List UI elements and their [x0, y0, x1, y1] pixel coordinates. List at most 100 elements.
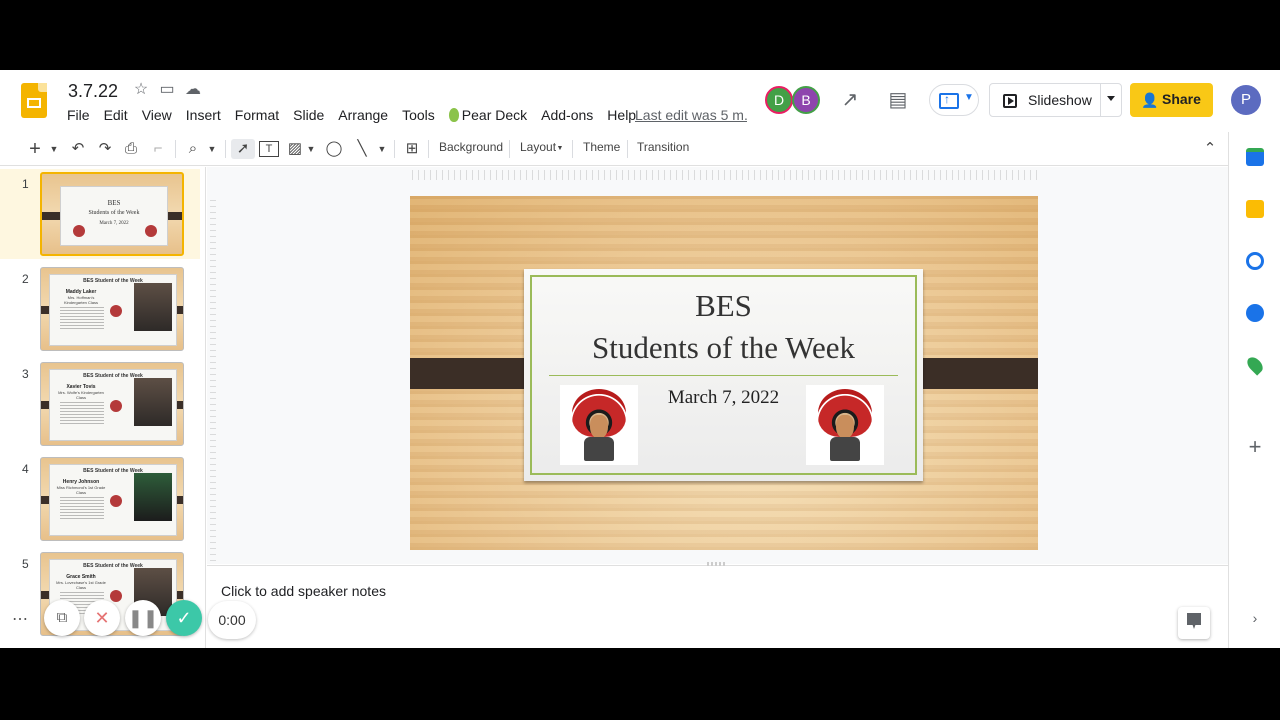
share-label: Share: [1162, 91, 1201, 107]
slide-title-line-1: BES: [695, 288, 752, 323]
menu-arrange[interactable]: Arrange: [331, 106, 395, 124]
redo-icon[interactable]: ↷: [95, 139, 115, 159]
slide-thumbnail-4[interactable]: 4 BES Student of the Week Henry Johnson …: [0, 454, 200, 544]
menu-slide[interactable]: Slide: [286, 106, 331, 124]
menu-format[interactable]: Format: [228, 106, 286, 124]
theme-button[interactable]: Theme: [583, 140, 620, 154]
slide-thumbnail-2[interactable]: 2 BES Student of the Week Maddy Laker Mr…: [0, 264, 200, 354]
maps-icon[interactable]: [1244, 354, 1266, 376]
slideshow-label: Slideshow: [1028, 92, 1092, 108]
person-icon: 👤: [1141, 92, 1159, 108]
collapse-toolbar-icon[interactable]: ⌃: [1200, 139, 1220, 159]
collaborator-avatar-d[interactable]: D: [765, 86, 793, 114]
slide-title-card: BES Students of the Week March 7, 2022: [524, 269, 923, 481]
document-title[interactable]: 3.7.22: [68, 81, 118, 102]
transition-button[interactable]: Transition: [637, 140, 689, 154]
menu-add-ons[interactable]: Add-ons: [534, 106, 600, 124]
mascot-image-right[interactable]: [806, 385, 884, 465]
mascot-image-left[interactable]: [560, 385, 638, 465]
comment-history-icon[interactable]: ▤: [886, 88, 910, 112]
slide-preview: BES Student of the Week Xavier Tovis Mrs…: [40, 362, 184, 446]
background-button[interactable]: Background: [439, 140, 503, 154]
account-avatar[interactable]: P: [1231, 85, 1261, 115]
text-box-icon[interactable]: T: [259, 141, 279, 157]
slide-number: 3: [22, 367, 29, 381]
last-edit-link[interactable]: Last edit was 5 m...: [635, 107, 747, 123]
present-to-meeting-button[interactable]: ▼: [929, 84, 979, 116]
contacts-icon[interactable]: [1246, 304, 1264, 322]
slide-number: 1: [22, 177, 29, 191]
toolbar: + ▼ ↶ ↷ ⎙ ⌐ ⌕ ▼ ➚ T ▨ ▼ ◯ ╲ ▼ ⊞ Backgrou…: [0, 132, 1228, 166]
move-folder-icon[interactable]: ▭: [158, 81, 176, 99]
menu-view[interactable]: View: [135, 106, 179, 124]
cloud-status-icon[interactable]: ☁: [184, 81, 202, 99]
speaker-notes[interactable]: Click to add speaker notes: [207, 562, 1228, 648]
explore-icon: [1187, 613, 1201, 629]
current-slide[interactable]: BES Students of the Week March 7, 2022: [410, 196, 1038, 550]
share-button[interactable]: 👤 Share: [1130, 83, 1213, 117]
thumb-subtitle: Miss Richmond's 1st Grade Class: [56, 485, 106, 495]
slide-band-right: [910, 358, 1038, 389]
line-dropdown-icon[interactable]: ▼: [376, 139, 388, 159]
slide-preview: BES Student of the Week Maddy Laker Mrs.…: [40, 267, 184, 351]
recorder-more-icon[interactable]: ⋯: [8, 600, 32, 640]
menu-tools[interactable]: Tools: [395, 106, 442, 124]
thumb-subtitle: Mrs. Lovechase's 1st Grade Class: [56, 580, 106, 590]
chevron-down-icon: ▼: [964, 92, 974, 103]
menu-pear-deck[interactable]: Pear Deck: [442, 106, 534, 124]
image-dropdown-icon[interactable]: ▼: [305, 139, 317, 159]
new-slide-dropdown-icon[interactable]: ▼: [48, 139, 60, 159]
paint-format-icon[interactable]: ⌐: [148, 139, 168, 159]
recorder-finish-icon[interactable]: ✓: [166, 600, 202, 636]
menu-insert[interactable]: Insert: [179, 106, 228, 124]
layout-dropdown-icon[interactable]: ▼: [555, 139, 565, 159]
play-icon: [1003, 94, 1017, 108]
slide-preview: BES Student of the Week Henry Johnson Mi…: [40, 457, 184, 541]
tasks-icon[interactable]: [1246, 252, 1264, 270]
image-icon[interactable]: ▨: [286, 139, 304, 159]
recorder-timer: 0:00: [208, 601, 256, 639]
layout-button[interactable]: Layout: [520, 140, 556, 154]
collaborator-avatar-b[interactable]: B: [792, 86, 820, 114]
menu-edit[interactable]: Edit: [97, 106, 135, 124]
slide-title[interactable]: BES Students of the Week: [524, 285, 923, 369]
zoom-icon[interactable]: ⌕: [183, 139, 203, 159]
slide-thumbnail-3[interactable]: 3 BES Student of the Week Xavier Tovis M…: [0, 359, 200, 449]
menu-bar: File Edit View Insert Format Slide Arran…: [60, 106, 643, 124]
thumb-subtitle: Mrs. Wolfe's Kindergarten Class: [58, 390, 104, 400]
slide-thumbnail-1[interactable]: 1 BES Students of the Week March 7, 2022: [0, 169, 200, 259]
explore-button[interactable]: [1178, 607, 1210, 639]
slide-title-line-2: Students of the Week: [592, 330, 855, 365]
star-icon[interactable]: ☆: [132, 81, 150, 99]
slides-logo-icon[interactable]: [21, 83, 47, 118]
new-slide-icon[interactable]: +: [26, 139, 44, 159]
add-addon-icon[interactable]: +: [1246, 436, 1264, 458]
menu-file[interactable]: File: [60, 106, 97, 124]
slides-app: 3.7.22 ☆ ▭ ☁ File Edit View Insert Forma…: [0, 70, 1280, 648]
slide-number: 5: [22, 557, 29, 571]
horizontal-ruler: [412, 170, 1038, 180]
shape-icon[interactable]: ◯: [324, 139, 344, 159]
expand-panel-icon[interactable]: ›: [1246, 610, 1264, 628]
recorder-pause-icon[interactable]: ❚❚: [125, 600, 161, 636]
line-icon[interactable]: ╲: [352, 139, 372, 159]
slide-band-left: [410, 358, 538, 389]
keep-icon[interactable]: [1246, 200, 1264, 218]
recorder-camera-icon[interactable]: ⧉: [44, 600, 80, 636]
thumb-title: BES: [107, 199, 121, 207]
slideshow-dropdown-icon[interactable]: [1107, 96, 1115, 101]
undo-icon[interactable]: ↶: [68, 139, 88, 159]
slide-preview: BES Students of the Week March 7, 2022: [40, 172, 184, 256]
notes-resize-handle[interactable]: [707, 562, 727, 566]
recorder-cancel-icon[interactable]: ✕: [84, 600, 120, 636]
add-comment-icon[interactable]: ⊞: [402, 139, 422, 159]
app-header: 3.7.22 ☆ ▭ ☁ File Edit View Insert Forma…: [0, 70, 1280, 130]
zoom-dropdown-icon[interactable]: ▼: [206, 139, 218, 159]
speaker-notes-placeholder: Click to add speaker notes: [221, 583, 386, 599]
thumb-subtitle: Mrs. Hoffman's Kindergarten Class: [63, 295, 99, 305]
activity-trend-icon[interactable]: ↗: [838, 88, 862, 112]
slideshow-button[interactable]: Slideshow: [989, 83, 1122, 117]
print-icon[interactable]: ⎙: [121, 139, 141, 159]
select-cursor-icon[interactable]: ➚: [231, 139, 255, 159]
calendar-icon[interactable]: [1246, 148, 1264, 166]
